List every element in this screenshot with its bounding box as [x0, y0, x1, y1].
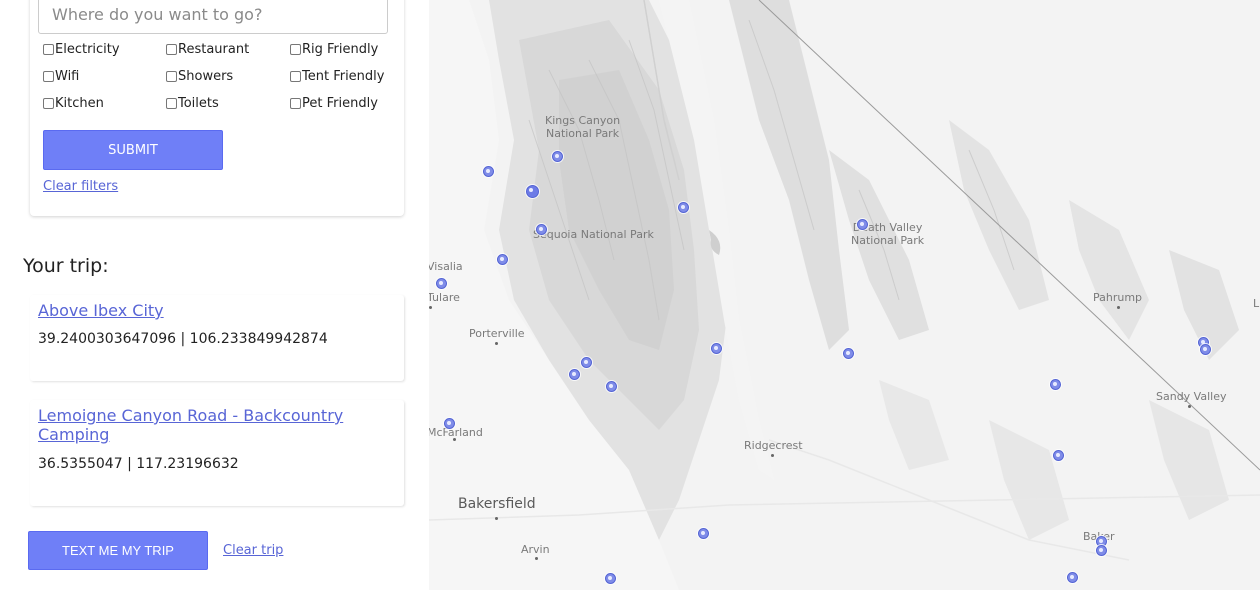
amenity-checkbox-pet-friendly[interactable]: Pet Friendly: [290, 95, 378, 111]
checkbox-box[interactable]: [290, 97, 301, 109]
campsite-marker-icon[interactable]: [606, 381, 617, 392]
amenity-label: Electricity: [55, 41, 120, 57]
campsite-marker-icon[interactable]: [526, 185, 539, 198]
campsite-marker-icon[interactable]: [1053, 450, 1064, 461]
place-label: Sandy Valley: [1156, 390, 1227, 403]
amenity-label: Rig Friendly: [302, 41, 379, 57]
trip-name-link[interactable]: Above Ibex City: [38, 301, 368, 320]
amenity-checkbox-restaurant[interactable]: Restaurant: [166, 41, 249, 57]
place-label: Kings Canyon National Park: [545, 114, 621, 140]
place-dot: [1117, 306, 1120, 309]
amenity-label: Toilets: [178, 95, 219, 111]
campsite-marker-icon[interactable]: [444, 418, 455, 429]
checkbox-box[interactable]: [43, 97, 54, 109]
amenity-checkbox-rig-friendly[interactable]: Rig Friendly: [290, 41, 378, 57]
amenity-checkbox-wifi[interactable]: Wifi: [43, 68, 79, 84]
place-label: L: [1253, 297, 1260, 310]
campsite-marker-icon[interactable]: [581, 357, 592, 368]
amenity-checkbox-toilets[interactable]: Toilets: [166, 95, 219, 111]
campsite-marker-icon[interactable]: [436, 278, 447, 289]
trip-coords: 39.2400303647096 | 106.233849942874: [38, 331, 328, 347]
search-input[interactable]: [38, 0, 388, 34]
campsite-marker-icon[interactable]: [843, 348, 854, 359]
checkbox-box[interactable]: [290, 43, 301, 55]
amenity-checkbox-electricity[interactable]: Electricity: [43, 41, 120, 57]
clear-trip-link[interactable]: Clear trip: [223, 543, 283, 558]
amenity-label: Tent Friendly: [302, 68, 385, 84]
campsite-marker-icon[interactable]: [711, 343, 722, 354]
sidebar: Electricity Restaurant Rig Friendly Wifi Sho…: [0, 0, 429, 590]
place-label: Pahrump: [1093, 291, 1143, 304]
amenity-label: Pet Friendly: [302, 95, 378, 111]
campsite-marker-icon[interactable]: [1050, 379, 1061, 390]
place-label: McFarland: [429, 426, 483, 439]
checkbox-box[interactable]: [43, 70, 54, 82]
place-dot: [535, 557, 538, 560]
campsite-marker-icon[interactable]: [1096, 545, 1107, 556]
campsite-marker-icon[interactable]: [569, 369, 580, 380]
checkbox-box[interactable]: [166, 70, 177, 82]
place-dot: [495, 517, 498, 520]
place-dot: [771, 454, 774, 457]
amenity-label: Wifi: [55, 68, 80, 84]
place-label: Tulare: [429, 291, 460, 304]
clear-filters-link[interactable]: Clear filters: [43, 179, 118, 194]
amenity-checkbox-kitchen[interactable]: Kitchen: [43, 95, 104, 111]
trip-heading: Your trip:: [23, 255, 109, 277]
place-label: Bakersfield: [458, 496, 536, 512]
campsite-marker-icon[interactable]: [857, 219, 868, 230]
map[interactable]: Kings Canyon National Park Sequoia Nation…: [429, 0, 1260, 590]
campsite-marker-icon[interactable]: [497, 254, 508, 265]
checkbox-box[interactable]: [43, 43, 54, 55]
place-label: Sequoia National Park: [533, 228, 654, 241]
place-label: Arvin: [521, 543, 550, 556]
campsite-marker-icon[interactable]: [605, 573, 616, 584]
amenity-checkbox-showers[interactable]: Showers: [166, 68, 233, 84]
campsite-marker-icon[interactable]: [1067, 572, 1078, 583]
place-dot: [453, 438, 456, 441]
trip-card: Above Ibex City 39.2400303647096 | 106.2…: [30, 295, 404, 381]
app-root: Electricity Restaurant Rig Friendly Wifi Sho…: [0, 0, 1260, 590]
submit-button[interactable]: SUBMIT: [43, 130, 223, 170]
checkbox-box[interactable]: [166, 43, 177, 55]
amenity-label: Kitchen: [55, 95, 104, 111]
campsite-marker-icon[interactable]: [552, 151, 563, 162]
amenity-checkbox-tent-friendly[interactable]: Tent Friendly: [290, 68, 384, 84]
place-dot: [495, 342, 498, 345]
campsite-marker-icon[interactable]: [536, 224, 547, 235]
place-label: Porterville: [469, 327, 525, 340]
campsite-marker-icon[interactable]: [678, 202, 689, 213]
place-label: Visalia: [429, 260, 463, 273]
campsite-marker-icon[interactable]: [483, 166, 494, 177]
text-me-my-trip-button[interactable]: TEXT ME MY TRIP: [28, 531, 208, 570]
trip-card: Lemoigne Canyon Road - Backcountry Campi…: [30, 400, 404, 506]
amenity-label: Restaurant: [178, 41, 250, 57]
campsite-marker-icon[interactable]: [1200, 344, 1211, 355]
checkbox-box[interactable]: [166, 97, 177, 109]
campsite-marker-icon[interactable]: [698, 528, 709, 539]
place-dot: [1188, 405, 1191, 408]
place-dot: [429, 306, 432, 309]
amenity-label: Showers: [178, 68, 234, 84]
trip-name-link[interactable]: Lemoigne Canyon Road - Backcountry Campi…: [38, 406, 368, 444]
place-label: Ridgecrest: [744, 439, 803, 452]
checkbox-box[interactable]: [290, 70, 301, 82]
trip-coords: 36.5355047 | 117.23196632: [38, 456, 239, 472]
